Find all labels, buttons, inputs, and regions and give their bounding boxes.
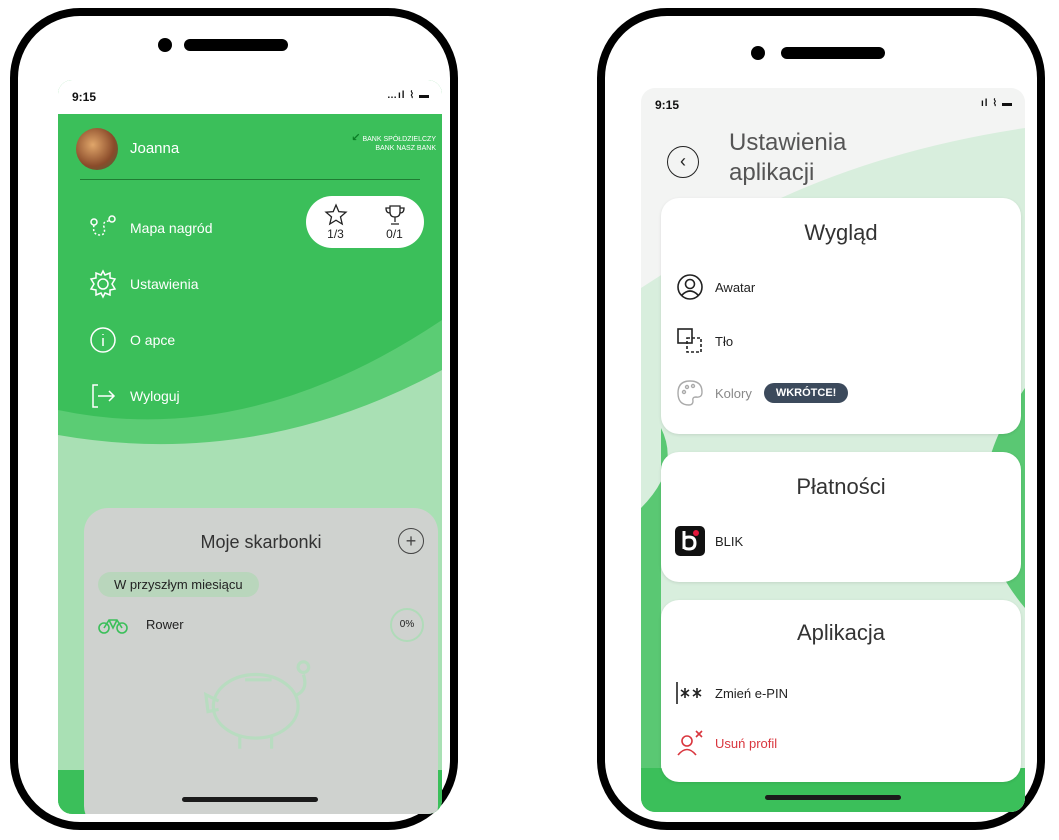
phone-frame-left: 9:15 …ıl ⌇ ▬ Joanna ↙ BANK SPÓŁDZIELCZY … — [10, 8, 458, 830]
piggy-bank-illustration — [203, 660, 311, 749]
remove-profile-label: Usuń profil — [715, 735, 778, 751]
trophy-icon — [384, 205, 405, 225]
progress-ring: 0% — [390, 608, 424, 642]
page-title-line1: Ustawienia — [729, 129, 847, 156]
coming-soon-badge: WKRÓTCE! — [763, 383, 849, 403]
avatar-icon — [677, 274, 703, 300]
add-piggy-button[interactable]: + — [398, 528, 424, 554]
speaker-pill — [781, 47, 885, 59]
speaker-pill — [184, 39, 288, 51]
change-pin-row[interactable]: Zmień e-PIN — [675, 676, 788, 710]
logout-icon — [92, 384, 116, 408]
period-chip[interactable]: W przyszłym miesiącu — [98, 572, 259, 597]
bank-name-line2: BANK NASZ BANK — [375, 145, 436, 152]
info-icon — [90, 327, 116, 353]
app-screen-menu: 9:15 …ıl ⌇ ▬ Joanna ↙ BANK SPÓŁDZIELCZY … — [58, 80, 442, 814]
menu-item-logout[interactable]: Wyloguj — [88, 378, 180, 414]
blik-setting-row[interactable]: BLIK — [675, 524, 743, 558]
menu-label-rewards-map: Mapa nagród — [130, 220, 213, 236]
blik-logo-icon — [675, 526, 705, 556]
status-icons: ıl ⌇ ▬ — [981, 98, 1013, 109]
colors-setting-row: Kolory WKRÓTCE! — [675, 376, 849, 410]
status-time: 9:15 — [655, 98, 680, 112]
period-chip-label: W przyszłym miesiącu — [114, 577, 243, 592]
payments-card: Płatności BLIK — [661, 452, 1021, 582]
star-icon — [323, 203, 348, 226]
bank-logo: ↙ BANK SPÓŁDZIELCZY BANK NASZ BANK — [306, 132, 436, 153]
avatar[interactable] — [76, 128, 118, 170]
palette-icon — [677, 380, 703, 406]
page-title: Ustawienia aplikacji — [729, 128, 846, 188]
progress-value: 0% — [399, 619, 415, 630]
application-card: Aplikacja Zmień e-PIN Usuń profil — [661, 600, 1021, 782]
pin-asterisks-icon — [676, 682, 702, 704]
menu-label-settings: Ustawienia — [130, 276, 199, 292]
route-map-icon — [90, 215, 116, 236]
menu-label-logout: Wyloguj — [130, 388, 180, 404]
stars-count: 1/3 — [327, 227, 344, 241]
phone-frame-right: 9:15 ıl ⌇ ▬ ‹ Ustawienia aplikacji Wyglą… — [597, 8, 1045, 830]
piggy-item-row[interactable]: Rower 0% — [98, 608, 424, 642]
status-icons: …ıl ⌇ ▬ — [387, 90, 430, 101]
remove-user-icon — [677, 730, 703, 756]
bicycle-icon — [98, 619, 128, 634]
menu-label-about: O apce — [130, 332, 176, 348]
background-setting-row[interactable]: Tło — [675, 324, 733, 358]
gear-icon — [89, 269, 117, 299]
home-indicator[interactable] — [182, 797, 318, 802]
colors-setting-label: Kolory — [715, 385, 752, 401]
appearance-card-title: Wygląd — [804, 220, 878, 245]
trophies-stat: 0/1 — [383, 203, 407, 241]
blik-setting-label: BLIK — [715, 533, 744, 549]
home-indicator[interactable] — [765, 795, 901, 800]
back-button[interactable]: ‹ — [667, 146, 699, 178]
page-title-line2: aplikacji — [729, 159, 815, 186]
avatar-setting-row[interactable]: Awatar — [675, 270, 755, 304]
background-layers-icon — [677, 328, 702, 353]
appearance-card: Wygląd Awatar Tło Kolory WKRÓTCE! — [661, 198, 1021, 434]
remove-profile-row[interactable]: Usuń profil — [675, 726, 777, 760]
change-pin-label: Zmień e-PIN — [715, 685, 788, 701]
bank-name-line1: BANK SPÓŁDZIELCZY — [362, 136, 436, 143]
trophies-count: 0/1 — [386, 227, 403, 241]
status-time: 9:15 — [72, 90, 97, 104]
user-name: Joanna — [130, 140, 180, 157]
piggy-item-name: Rower — [146, 617, 184, 632]
bank-logo-mark: ↙ — [351, 132, 361, 144]
stars-stat: 1/3 — [323, 203, 348, 241]
header-divider — [80, 179, 420, 180]
piggy-banks-panel: Moje skarbonki + W przyszłym miesiącu Ro… — [84, 508, 438, 814]
avatar-setting-label: Awatar — [715, 279, 756, 295]
menu-item-rewards-map[interactable]: Mapa nagród — [88, 210, 213, 246]
piggy-panel-title: Moje skarbonki — [200, 532, 322, 552]
background-setting-label: Tło — [715, 333, 734, 349]
camera-dot — [158, 38, 172, 52]
camera-dot — [751, 46, 765, 60]
payments-card-title: Płatności — [796, 474, 886, 499]
menu-item-settings[interactable]: Ustawienia — [88, 266, 198, 302]
application-card-title: Aplikacja — [796, 620, 886, 645]
status-bar: 9:15 …ıl ⌇ ▬ — [58, 80, 442, 114]
status-bar: 9:15 ıl ⌇ ▬ — [641, 88, 1025, 122]
achievements-pill[interactable]: 1/3 0/1 — [306, 196, 424, 248]
app-screen-settings: 9:15 ıl ⌇ ▬ ‹ Ustawienia aplikacji Wyglą… — [641, 88, 1025, 812]
menu-item-about[interactable]: O apce — [88, 322, 175, 358]
